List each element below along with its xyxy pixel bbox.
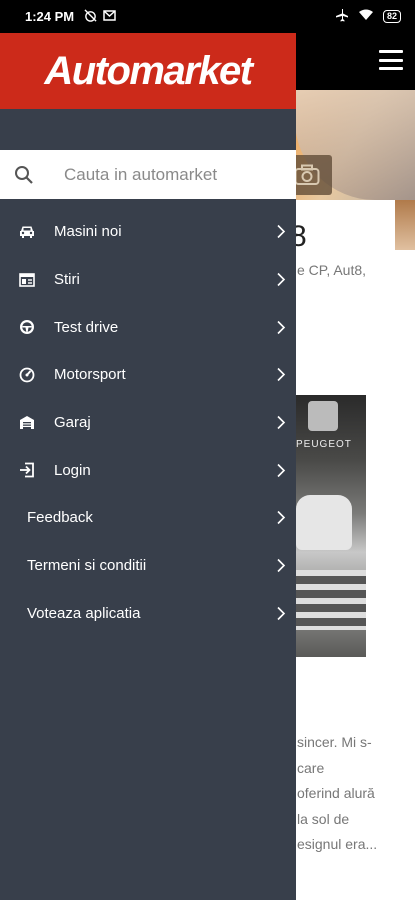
battery-icon: 82 [382, 10, 401, 23]
chevron-right-icon [266, 606, 296, 621]
menu-item-feedback[interactable]: Feedback [0, 494, 296, 542]
search-field[interactable]: Cauta in automarket [0, 150, 296, 199]
menu-item-garaj[interactable]: Garaj [0, 399, 296, 447]
menu-item-login[interactable]: Login [0, 446, 296, 494]
automarket-logo: Automarket [44, 48, 253, 93]
image-brand-text: PEUGEOT [296, 439, 352, 450]
alarm-off-icon [84, 8, 97, 25]
search-icon [0, 165, 44, 185]
chevron-right-icon [266, 272, 296, 287]
chevron-right-icon [266, 224, 296, 239]
steering-wheel-icon [0, 319, 54, 335]
notification-icon [103, 9, 116, 24]
menu-item-termeni-si-conditii[interactable]: Termeni si conditii [0, 542, 296, 590]
drawer-menu: Masini noi Stiri Test drive Motorsport G… [0, 199, 296, 637]
menu-item-motorsport[interactable]: Motorsport [0, 351, 296, 399]
airplane-mode-icon [335, 8, 349, 25]
hamburger-menu-icon[interactable] [379, 50, 403, 70]
menu-item-test-drive[interactable]: Test drive [0, 303, 296, 351]
menu-item-stiri[interactable]: Stiri [0, 256, 296, 304]
garage-icon [0, 415, 54, 430]
car-icon [0, 225, 54, 239]
speedometer-icon [0, 367, 54, 383]
chevron-right-icon [266, 510, 296, 525]
article-subtitle: e CP, Aut8, [297, 262, 367, 278]
menu-item-voteaza-aplicatia[interactable]: Voteaza aplicatia [0, 590, 296, 638]
news-icon [0, 272, 54, 287]
chevron-right-icon [266, 558, 296, 573]
hero-image-edge [395, 200, 415, 250]
login-icon [0, 462, 54, 478]
brand-logo-icon [308, 401, 338, 431]
status-time: 1:24 PM [25, 9, 75, 24]
menu-item-masini-noi[interactable]: Masini noi [0, 208, 296, 256]
chevron-right-icon [266, 415, 296, 430]
chevron-right-icon [266, 367, 296, 382]
article-excerpt: sincer. Mi s- care oferind alură la sol … [297, 734, 378, 852]
search-placeholder: Cauta in automarket [64, 164, 218, 184]
chevron-right-icon [266, 320, 296, 335]
navigation-drawer: Automarket Cauta in automarket Masini no… [0, 33, 296, 900]
chevron-right-icon [266, 463, 296, 478]
drawer-header: Automarket [0, 33, 296, 109]
status-bar: 1:24 PM 82 [0, 0, 415, 33]
wifi-icon [358, 9, 374, 24]
article-image: PEUGEOT [296, 395, 366, 657]
